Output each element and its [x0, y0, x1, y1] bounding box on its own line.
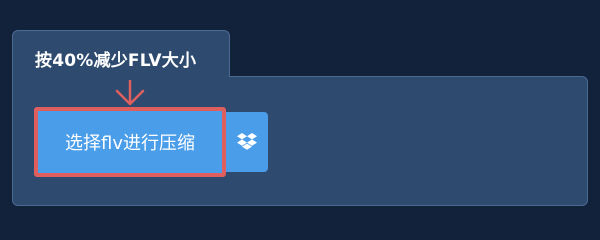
dropbox-button[interactable] — [226, 112, 268, 172]
select-flv-button-label: 选择flv进行压缩 — [65, 133, 195, 154]
select-flv-button[interactable]: 选择flv进行压缩 — [34, 107, 226, 177]
dropbox-icon — [237, 133, 257, 150]
arrow-down-icon — [115, 80, 145, 106]
tab-panel-seam — [13, 74, 229, 78]
tab-label: 按40%减少FLV大小 — [35, 51, 197, 71]
